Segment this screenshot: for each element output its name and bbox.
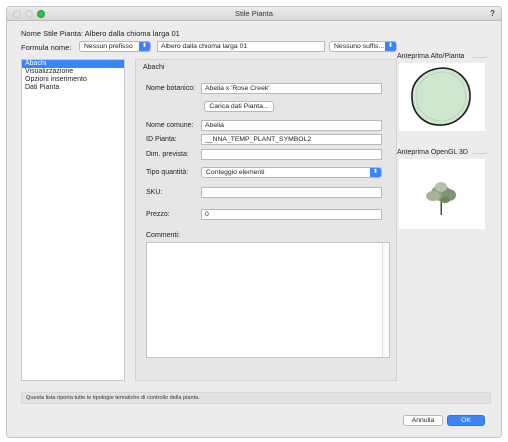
prefix-popup-value: Nessun prefisso [84, 43, 133, 50]
expected-size-field[interactable] [201, 149, 382, 160]
plant-id-label: ID Pianta: [146, 136, 177, 143]
list-item-visualizzazione[interactable]: Visualizzazione [22, 68, 124, 76]
comments-textarea[interactable] [146, 242, 390, 358]
price-field[interactable]: 0 [201, 209, 382, 220]
suffix-popup-value: Nessuno suffis... [334, 43, 385, 50]
common-name-label: Nome comune: [146, 122, 194, 129]
abachi-panel: Abachi Nome botanico: Abelia x 'Rose Cre… [135, 59, 397, 381]
status-bar: Questa lista riporta tutte le tipologie … [21, 392, 491, 404]
divider [473, 153, 487, 154]
expected-size-label: Dim. prevista: [146, 151, 189, 158]
comments-scrollbar[interactable] [382, 243, 389, 357]
updown-arrows-icon: ⬍ [139, 42, 150, 51]
suffix-popup[interactable]: Nessuno suffis... ⬍ [329, 41, 397, 52]
list-item-opzioni-inserimento[interactable]: Opzioni inserimento [22, 76, 124, 84]
load-plant-data-button[interactable]: Carica dati Pianta... [204, 101, 274, 112]
plant-name-field[interactable]: Albero dalla chioma larga 01 [157, 41, 325, 52]
help-icon[interactable]: ? [490, 9, 495, 18]
opengl-3d-preview [399, 159, 485, 229]
prefix-popup[interactable]: Nessun prefisso ⬍ [79, 41, 151, 52]
plant-id-field[interactable]: __NNA_TEMP_PLANT_SYMBOL2 [201, 134, 382, 145]
panel-title: Abachi [143, 64, 165, 71]
common-name-field[interactable]: Abelia [201, 120, 382, 131]
list-item-abachi[interactable]: Abachi [22, 60, 124, 68]
quantity-type-label: Tipo quantità: [146, 169, 189, 176]
plant-style-dialog: Stile Pianta ? Nome Stile Pianta: Albero… [6, 6, 502, 438]
top-preview-label: Anteprima Alto/Pianta [397, 53, 465, 60]
style-name-label: Nome Stile Pianta: Albero dalla chioma l… [21, 29, 180, 38]
divider [473, 57, 487, 58]
sku-label: SKU: [146, 189, 163, 196]
tree-3d-icon [426, 182, 456, 215]
list-item-dati-pianta[interactable]: Dati Pianta [22, 84, 124, 92]
opengl-preview-label: Anteprima OpenGL 3D [397, 149, 468, 156]
quantity-type-popup[interactable]: Conteggio elementi ⬍ [201, 167, 382, 178]
ok-button[interactable]: OK [447, 415, 485, 426]
quantity-type-value: Conteggio elementi [206, 169, 265, 176]
sku-field[interactable] [201, 187, 382, 198]
price-label: Prezzo: [146, 211, 170, 218]
cancel-button[interactable]: Annulla [403, 415, 443, 426]
title-bar: Stile Pianta ? [7, 7, 501, 21]
category-list: Abachi Visualizzazione Opzioni inserimen… [21, 59, 125, 381]
formula-label: Formula nome: [21, 43, 72, 52]
top-plan-preview [399, 63, 485, 131]
updown-arrows-icon: ⬍ [370, 168, 381, 177]
botanical-name-label: Nome botanico: [146, 85, 196, 92]
botanical-name-field[interactable]: Abelia x 'Rose Creek' [201, 83, 382, 94]
window-title: Stile Pianta [235, 9, 273, 18]
comments-label: Commenti: [146, 232, 180, 239]
tree-canopy-icon [411, 67, 471, 126]
updown-arrows-icon: ⬍ [385, 42, 396, 51]
